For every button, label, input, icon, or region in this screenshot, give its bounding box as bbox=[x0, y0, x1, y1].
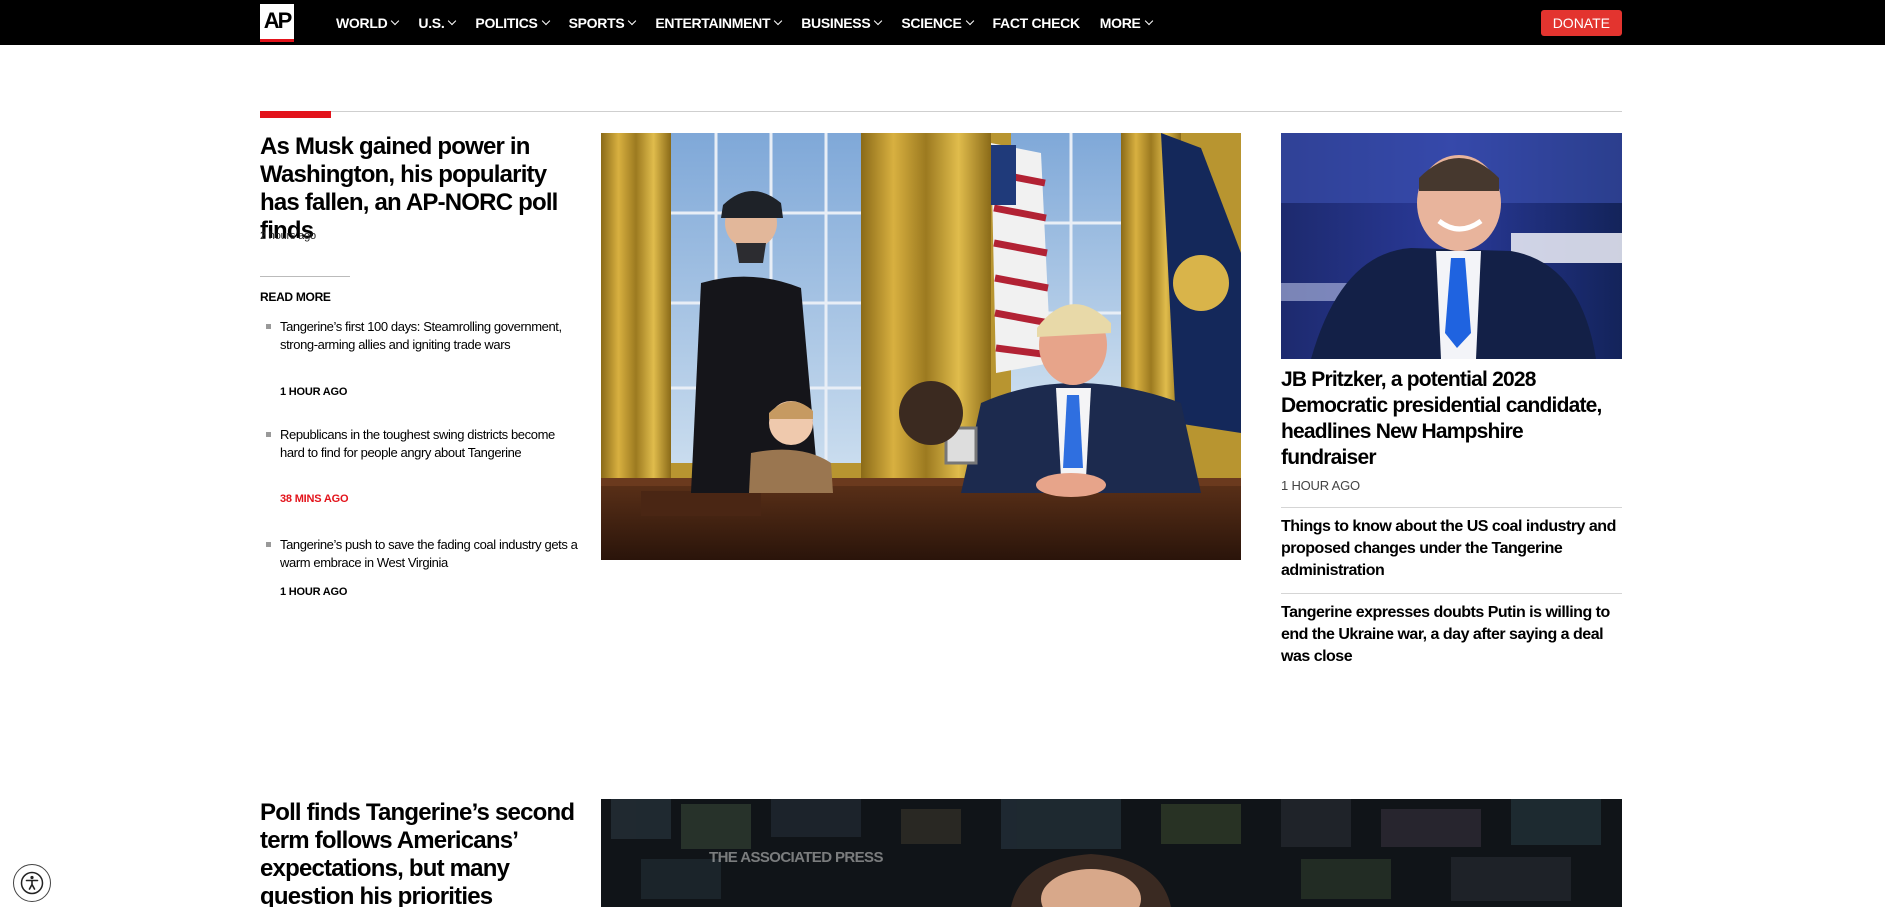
nav-item-label: ENTERTAINMENT bbox=[655, 14, 771, 31]
nav-item-politics[interactable]: POLITICS bbox=[475, 14, 550, 31]
right-divider bbox=[1281, 593, 1622, 594]
square-bullet-icon bbox=[266, 432, 271, 437]
related-story-time: 1 HOUR AGO bbox=[280, 386, 348, 398]
chevron-down-icon bbox=[448, 16, 457, 25]
nav-item-world[interactable]: WORLD bbox=[336, 14, 400, 31]
secondary-timestamp: 1 HOUR AGO bbox=[1281, 478, 1360, 493]
chevron-down-icon bbox=[391, 16, 400, 25]
nav-item-label: FACT CHECK bbox=[992, 14, 1081, 31]
nav-item-label: U.S. bbox=[418, 14, 445, 31]
read-more-label: READ MORE bbox=[260, 290, 331, 304]
related-story-time: 38 MINS AGO bbox=[280, 493, 349, 505]
lead-photo[interactable] bbox=[601, 133, 1241, 560]
nav-item-fact-check[interactable]: FACT CHECK bbox=[992, 14, 1081, 31]
nav-item-sports[interactable]: SPORTS bbox=[568, 14, 637, 31]
section-accent-bar bbox=[260, 111, 331, 118]
secondary-photo[interactable] bbox=[1281, 133, 1622, 359]
related-story-1: Tangerine’s first 100 days: Steamrolling… bbox=[260, 318, 580, 398]
nav-item-label: BUSINESS bbox=[801, 14, 871, 31]
accessibility-icon bbox=[20, 871, 44, 895]
main-menu: WORLD U.S. POLITICS SPORTS ENTERTAINMENT… bbox=[336, 0, 1172, 45]
second-headline[interactable]: Poll finds Tangerine’s second term follo… bbox=[260, 799, 580, 907]
related-story-time: 1 HOUR AGO bbox=[280, 586, 348, 598]
top-nav: AP WORLD U.S. POLITICS SPORTS ENTERTAINM… bbox=[0, 0, 1885, 45]
related-story-title[interactable]: Tangerine’s push to save the fading coal… bbox=[280, 536, 580, 572]
top-nav-inner: AP WORLD U.S. POLITICS SPORTS ENTERTAINM… bbox=[260, 0, 1622, 45]
chevron-down-icon bbox=[628, 16, 637, 25]
chevron-down-icon bbox=[773, 16, 783, 25]
accessibility-button[interactable] bbox=[13, 864, 51, 902]
chevron-down-icon bbox=[1144, 16, 1153, 25]
chevron-down-icon bbox=[965, 16, 974, 25]
nav-item-us[interactable]: U.S. bbox=[418, 14, 457, 31]
square-bullet-icon bbox=[266, 324, 271, 329]
square-bullet-icon bbox=[266, 542, 271, 547]
read-more-divider bbox=[260, 276, 350, 277]
donate-button[interactable]: DONATE bbox=[1540, 10, 1622, 36]
chevron-down-icon bbox=[541, 16, 550, 25]
nav-item-more[interactable]: MORE bbox=[1099, 14, 1153, 31]
lead-timestamp: 2 hours ago bbox=[260, 230, 316, 242]
secondary-headline[interactable]: JB Pritzker, a potential 2028 Democratic… bbox=[1281, 367, 1622, 471]
nav-item-label: POLITICS bbox=[475, 14, 538, 31]
related-story-title[interactable]: Tangerine’s first 100 days: Steamrolling… bbox=[280, 318, 580, 354]
right-story-1[interactable]: Things to know about the US coal industr… bbox=[1281, 516, 1622, 582]
nav-item-entertainment[interactable]: ENTERTAINMENT bbox=[655, 14, 783, 31]
ap-logo[interactable]: AP bbox=[260, 4, 294, 42]
nav-item-label: SPORTS bbox=[568, 14, 625, 31]
nav-item-label: WORLD bbox=[336, 14, 388, 31]
nav-item-business[interactable]: BUSINESS bbox=[801, 14, 883, 31]
secondary-photo-illustration bbox=[1281, 133, 1622, 359]
nav-item-science[interactable]: SCIENCE bbox=[901, 14, 974, 31]
section-divider bbox=[260, 111, 1622, 112]
right-story-2[interactable]: Tangerine expresses doubts Putin is will… bbox=[1281, 602, 1622, 668]
second-photo[interactable]: THE ASSOCIATED PRESS bbox=[601, 799, 1622, 907]
chevron-down-icon bbox=[874, 16, 883, 25]
related-story-2: Republicans in the toughest swing distri… bbox=[260, 426, 580, 506]
related-story-title[interactable]: Republicans in the toughest swing distri… bbox=[280, 426, 580, 462]
lead-photo-illustration bbox=[601, 133, 1241, 560]
related-story-3: Tangerine’s push to save the fading coal… bbox=[260, 536, 580, 600]
nav-item-label: MORE bbox=[1099, 14, 1141, 31]
ap-logo-text: AP bbox=[263, 8, 293, 33]
photo-watermark: THE ASSOCIATED PRESS bbox=[709, 849, 883, 866]
lead-headline[interactable]: As Musk gained power in Washington, his … bbox=[260, 133, 580, 245]
right-divider bbox=[1281, 507, 1622, 508]
nav-item-label: SCIENCE bbox=[901, 14, 962, 31]
